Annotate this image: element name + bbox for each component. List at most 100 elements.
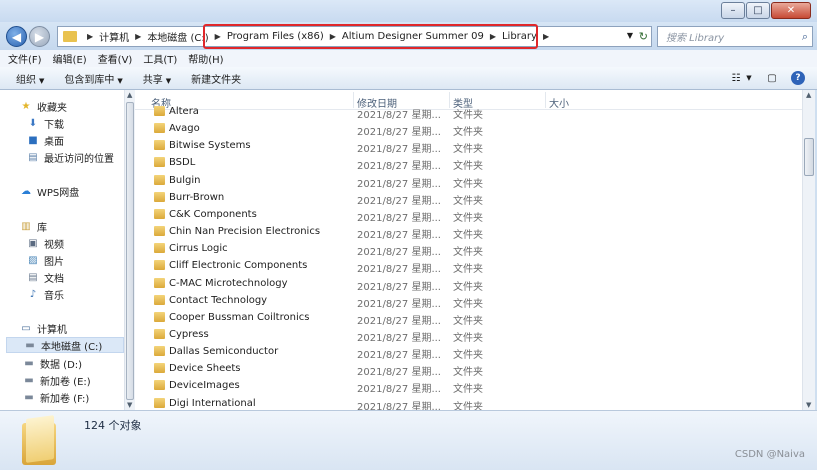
menu-file[interactable]: 文件(F) (8, 51, 42, 66)
maximize-button[interactable]: □ (746, 2, 770, 19)
file-date: 2021/8/27 星期... (357, 247, 441, 259)
drive-icon: ▬ (24, 375, 34, 386)
file-name: Altera (169, 106, 199, 117)
nav-label: 计算机 (37, 325, 67, 336)
caret-down-icon[interactable]: ▼ (745, 72, 753, 84)
nav-desktop[interactable]: ■ 桌面 (27, 133, 64, 148)
scroll-down-icon[interactable]: ▼ (806, 401, 811, 409)
nav-label: 桌面 (44, 137, 64, 148)
nav-drive-f[interactable]: ▬ 新加卷 (F:) (23, 390, 89, 405)
scroll-up-icon[interactable]: ▲ (806, 91, 811, 99)
include-in-library-button[interactable]: 包含到库中 ▼ (64, 71, 122, 86)
nav-documents[interactable]: ▤ 文档 (27, 270, 64, 285)
folder-icon (154, 363, 165, 374)
forward-button[interactable]: ▶ (29, 26, 50, 47)
file-row[interactable]: Contact Technology 2021/8/27 星期... 文件夹 (135, 292, 802, 310)
file-row[interactable]: BSDL 2021/8/27 星期... 文件夹 (135, 154, 802, 173)
view-options-icon[interactable]: ☷ (729, 72, 743, 84)
folder-icon (154, 260, 165, 271)
preview-pane-icon[interactable]: ▢ (765, 72, 779, 84)
file-row[interactable]: C&K Components 2021/8/27 星期... 文件夹 (135, 206, 802, 224)
nav-wps[interactable]: ☁ WPS网盘 (20, 184, 79, 199)
nav-label: 最近访问的位置 (44, 154, 114, 165)
file-list-scrollbar[interactable]: ▲ ▼ (802, 90, 815, 410)
highlight-annotation (203, 24, 538, 49)
refresh-icon[interactable]: ↻ (639, 30, 648, 43)
file-list-scroll-thumb[interactable] (804, 138, 814, 176)
file-date: 2021/8/27 星期... (357, 127, 441, 139)
file-date: 2021/8/27 星期... (357, 161, 441, 173)
search-input[interactable]: 搜索 Library (666, 29, 724, 44)
watermark: CSDN @Naiva (734, 449, 805, 460)
file-name: Dallas Semiconductor (169, 346, 279, 358)
file-row[interactable]: Burr-Brown 2021/8/27 星期... 文件夹 (135, 189, 802, 207)
chevron-right-icon[interactable]: ▶ (135, 32, 141, 41)
cloud-icon: ☁ (21, 186, 31, 197)
organize-button[interactable]: 组织 ▼ (16, 71, 44, 86)
title-bar: – □ ✕ (0, 0, 817, 22)
nav-label: 音乐 (44, 291, 64, 302)
menu-edit[interactable]: 编辑(E) (53, 51, 87, 66)
file-type: 文件夹 (453, 144, 483, 156)
nav-drive-e[interactable]: ▬ 新加卷 (E:) (23, 373, 90, 388)
nav-libraries[interactable]: ▥ 库 (20, 219, 47, 234)
nav-videos[interactable]: ▣ 视频 (27, 236, 64, 251)
file-row[interactable]: Bitwise Systems 2021/8/27 星期... 文件夹 (135, 137, 802, 156)
nav-recent[interactable]: ▤ 最近访问的位置 (27, 150, 114, 165)
nav-computer[interactable]: ▭ 计算机 (20, 321, 67, 336)
file-row[interactable]: DeviceImages 2021/8/27 星期... 文件夹 (135, 377, 802, 396)
file-row[interactable]: Bulgin 2021/8/27 星期... 文件夹 (135, 172, 802, 190)
folder-icon (154, 208, 165, 219)
file-date: 2021/8/27 星期... (357, 384, 441, 396)
nav-music[interactable]: ♪ 音乐 (27, 287, 64, 302)
share-button[interactable]: 共享 ▼ (143, 71, 171, 86)
file-row[interactable]: Digi International 2021/8/27 星期... 文件夹 (135, 395, 802, 410)
chevron-right-icon[interactable]: ▶ (543, 32, 549, 41)
file-type: 文件夹 (453, 178, 483, 190)
file-row[interactable]: Cliff Electronic Components 2021/8/27 星期.… (135, 257, 802, 275)
nav-pictures[interactable]: ▨ 图片 (27, 253, 64, 268)
nav-downloads[interactable]: ⬇ 下载 (27, 116, 64, 131)
file-date: 2021/8/27 星期... (357, 367, 441, 379)
file-row[interactable]: C-MAC Microtechnology 2021/8/27 星期... 文件夹 (135, 275, 802, 293)
back-button[interactable]: ◀ (6, 26, 27, 47)
nav-drive-d[interactable]: ▬ 数据 (D:) (23, 356, 82, 371)
folder-icon (154, 277, 165, 288)
file-row[interactable]: Cirrus Logic 2021/8/27 星期... 文件夹 (135, 240, 802, 259)
menu-help[interactable]: 帮助(H) (188, 51, 223, 66)
nav-drive-c[interactable]: ▬ 本地磁盘 (C:) (6, 337, 124, 353)
scroll-down-icon[interactable]: ▼ (127, 401, 132, 409)
scroll-up-icon[interactable]: ▲ (127, 91, 132, 99)
nav-label: WPS网盘 (37, 188, 80, 199)
file-row[interactable]: Device Sheets 2021/8/27 星期... 文件夹 (135, 360, 802, 379)
recent-places-icon: ▤ (28, 152, 38, 163)
nav-scroll-thumb[interactable] (126, 102, 134, 400)
file-type: 文件夹 (453, 127, 483, 139)
file-date: 2021/8/27 星期... (357, 298, 441, 310)
menu-tools[interactable]: 工具(T) (143, 51, 177, 66)
menu-view[interactable]: 查看(V) (98, 51, 133, 66)
breadcrumb-drive-c[interactable]: 本地磁盘 (C:) (147, 29, 208, 44)
file-row[interactable]: Cooper Bussman Coiltronics 2021/8/27 星期..… (135, 309, 802, 327)
file-row[interactable]: Avago 2021/8/27 星期... 文件夹 (135, 120, 802, 139)
folder-icon (63, 31, 77, 42)
file-date: 2021/8/27 星期... (357, 315, 441, 327)
file-row[interactable]: Dallas Semiconductor 2021/8/27 星期... 文件夹 (135, 343, 802, 362)
file-row[interactable]: Cypress 2021/8/27 星期... 文件夹 (135, 326, 802, 344)
caret-down-icon: ▼ (117, 76, 123, 85)
search-icon[interactable]: ⌕ (802, 30, 808, 44)
help-icon[interactable]: ? (791, 71, 805, 85)
file-row[interactable]: Chin Nan Precision Electronics 2021/8/27 … (135, 223, 802, 241)
address-dropdown-icon[interactable]: ▼ (627, 31, 633, 40)
nav-favorites[interactable]: ★ 收藏夹 (20, 99, 67, 114)
close-button[interactable]: ✕ (771, 2, 811, 19)
search-box[interactable]: 搜索 Library ⌕ (657, 26, 813, 47)
new-folder-button[interactable]: 新建文件夹 (191, 71, 241, 86)
minimize-button[interactable]: – (721, 2, 745, 19)
breadcrumb-computer[interactable]: 计算机 (99, 29, 129, 44)
file-type: 文件夹 (453, 350, 483, 362)
file-row[interactable]: Altera 2021/8/27 星期... 文件夹 (135, 103, 802, 121)
nav-scrollbar[interactable]: ▲ ▼ (124, 90, 135, 410)
file-type: 文件夹 (453, 332, 483, 344)
file-date: 2021/8/27 星期... (357, 110, 441, 121)
